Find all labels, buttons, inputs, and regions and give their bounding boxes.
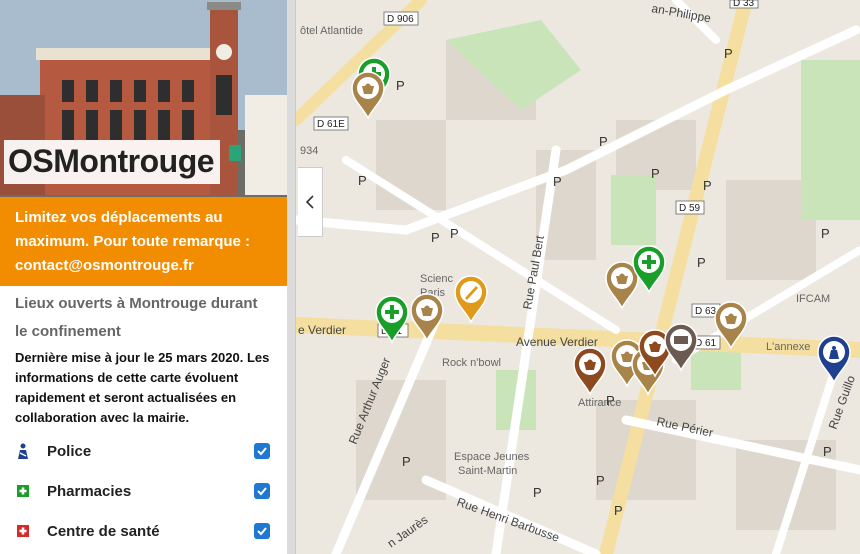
svg-text:D 33: D 33: [733, 0, 755, 9]
info-section: Lieux ouverts à Montrouge durant le conf…: [0, 286, 287, 428]
parking-marker: P: [358, 173, 367, 188]
parking-marker: P: [697, 255, 706, 270]
header-banner: OSMontrouge: [0, 0, 287, 197]
pharmacy-cross-icon: [15, 483, 31, 499]
parking-marker: P: [823, 444, 832, 459]
parking-marker: P: [703, 178, 712, 193]
map-canvas[interactable]: Avenue Verdier e Verdier Rue Paul Bert R…: [296, 0, 860, 554]
layer-label: Centre de santé: [47, 522, 160, 540]
site-title: OSMontrouge: [4, 140, 221, 184]
police-icon: [15, 443, 31, 459]
parking-marker: P: [614, 503, 623, 518]
chevron-left-icon: [305, 195, 314, 209]
parking-marker: P: [431, 230, 440, 245]
sidebar-divider[interactable]: [287, 0, 296, 554]
street-label-verdier-left: e Verdier: [298, 323, 346, 337]
layer-health-centres[interactable]: Centre de santé: [0, 511, 287, 551]
info-description: Dernière mise à jour le 25 mars 2020. Le…: [15, 350, 270, 425]
parking-marker: P: [396, 78, 405, 93]
svg-text:D 906: D 906: [387, 14, 414, 25]
collapse-sidebar-button[interactable]: [298, 167, 323, 237]
map-view[interactable]: Avenue Verdier e Verdier Rue Paul Bert R…: [296, 0, 860, 554]
parking-marker: P: [596, 473, 605, 488]
layer-label: Pharmacies: [47, 482, 132, 500]
parking-marker: P: [533, 485, 542, 500]
svg-text:D 59: D 59: [679, 203, 701, 214]
poi-label-sciences: Scienc: [420, 273, 454, 285]
road-number-d33: D 33: [729, 0, 759, 9]
parking-marker: P: [402, 454, 411, 469]
road-number-d906: D 906: [383, 11, 419, 26]
poi-label-espace-2: Saint-Martin: [458, 465, 517, 477]
poi-label-espace-1: Espace Jeunes: [454, 451, 530, 463]
parking-marker: P: [724, 46, 733, 61]
road-number-d61e: D 61E: [313, 116, 349, 131]
layer-label: Police: [47, 442, 92, 460]
info-heading: Lieux ouverts à Montrouge durant le conf…: [15, 295, 258, 340]
parking-marker: P: [606, 393, 615, 408]
parking-marker: P: [599, 134, 608, 149]
poi-label-934: 934: [300, 145, 318, 157]
svg-text:D 61: D 61: [695, 338, 717, 349]
svg-text:D 63: D 63: [695, 306, 717, 317]
layer-checkbox-pharmacies[interactable]: [254, 483, 270, 499]
lockdown-notice: Limitez vos déplacements au maximum. Pou…: [0, 197, 287, 286]
poi-label-attirance: Attirance: [578, 397, 621, 409]
poi-label-rocknbowl: Rock n'bowl: [442, 357, 501, 369]
street-label-verdier: Avenue Verdier: [516, 335, 598, 349]
parking-marker: P: [821, 226, 830, 241]
layer-pharmacies[interactable]: Pharmacies: [0, 471, 287, 511]
parking-marker: P: [450, 226, 459, 241]
poi-label-annexe: L'annexe: [766, 341, 810, 353]
layer-checkbox-health-centres[interactable]: [254, 523, 270, 539]
poi-label-hotel: ôtel Atlantide: [300, 25, 363, 37]
poi-label-ifcam: IFCAM: [796, 293, 830, 305]
layer-list: Police Pharmacies Centre de santé: [0, 431, 287, 551]
parking-marker: P: [651, 166, 660, 181]
road-number-d59: D 59: [675, 200, 705, 215]
health-cross-icon: [15, 523, 31, 539]
sidebar: OSMontrouge Limitez vos déplacements au …: [0, 0, 287, 554]
parking-marker: P: [553, 174, 562, 189]
layer-police[interactable]: Police: [0, 431, 287, 471]
layer-checkbox-police[interactable]: [254, 443, 270, 459]
svg-text:D 61E: D 61E: [317, 119, 345, 130]
